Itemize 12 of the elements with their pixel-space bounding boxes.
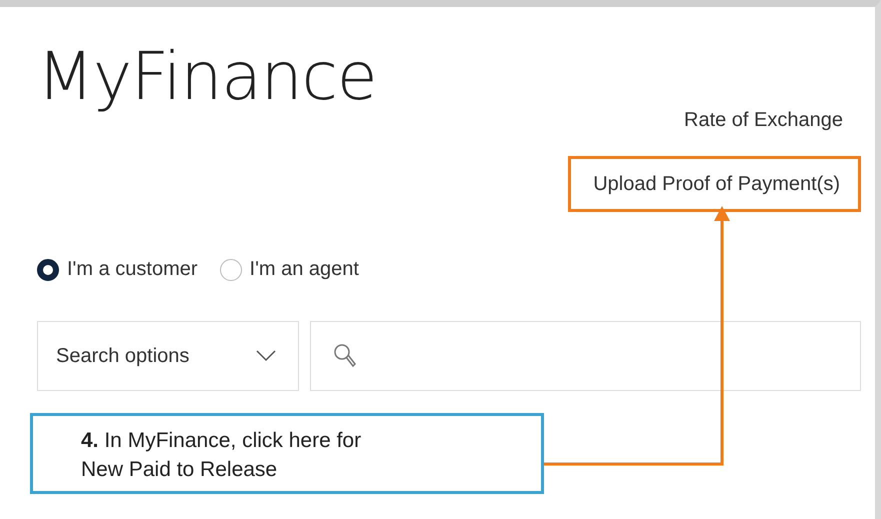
callout-note: 4. In MyFinance, click here for New Paid to Release	[30, 413, 544, 494]
radio-button[interactable]	[220, 258, 242, 280]
search-field[interactable]	[310, 321, 861, 391]
chevron-down-icon	[256, 350, 276, 362]
search-icon	[333, 343, 357, 369]
search-options-dropdown[interactable]: Search options	[37, 321, 299, 391]
header-link[interactable]: Upload Proof of Payment(s)	[568, 156, 861, 212]
radio-button[interactable]	[37, 258, 59, 280]
header-link[interactable]: Rate of Exchange	[684, 109, 861, 132]
radio-label: I'm an agent	[250, 258, 359, 281]
page-title: MyFinance	[37, 37, 378, 117]
radio-label: I'm a customer	[67, 258, 198, 281]
